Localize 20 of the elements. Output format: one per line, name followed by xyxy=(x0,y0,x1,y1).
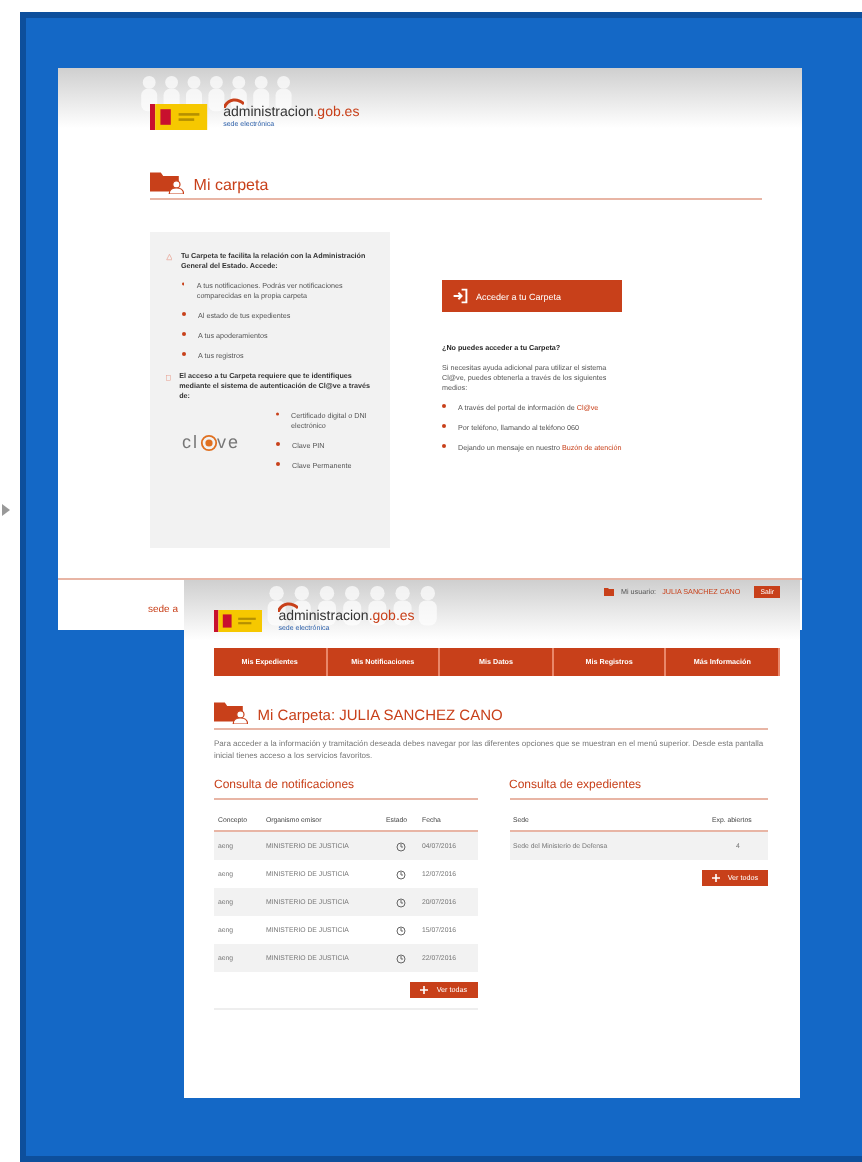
clock-icon xyxy=(395,869,405,879)
page-title: Mi carpeta xyxy=(193,176,269,194)
clave-logo: cl ve xyxy=(182,432,241,452)
folder-user-icon xyxy=(150,170,184,194)
clock-icon xyxy=(395,897,405,907)
plus-icon xyxy=(711,874,720,882)
plus-icon xyxy=(420,986,429,994)
clock-icon xyxy=(395,841,405,851)
coat-of-arms-logo xyxy=(150,104,208,130)
login-icon xyxy=(452,288,468,304)
clock-icon xyxy=(395,925,405,935)
folder-icon xyxy=(604,588,615,596)
document-icon xyxy=(166,372,172,384)
swoosh-icon xyxy=(278,602,299,612)
coat-of-arms-logo xyxy=(214,610,263,632)
swoosh-icon xyxy=(223,98,244,108)
folder-user-icon xyxy=(214,700,248,724)
warning-icon xyxy=(166,252,173,262)
arrow-icon xyxy=(2,504,10,516)
clock-icon xyxy=(395,953,405,963)
